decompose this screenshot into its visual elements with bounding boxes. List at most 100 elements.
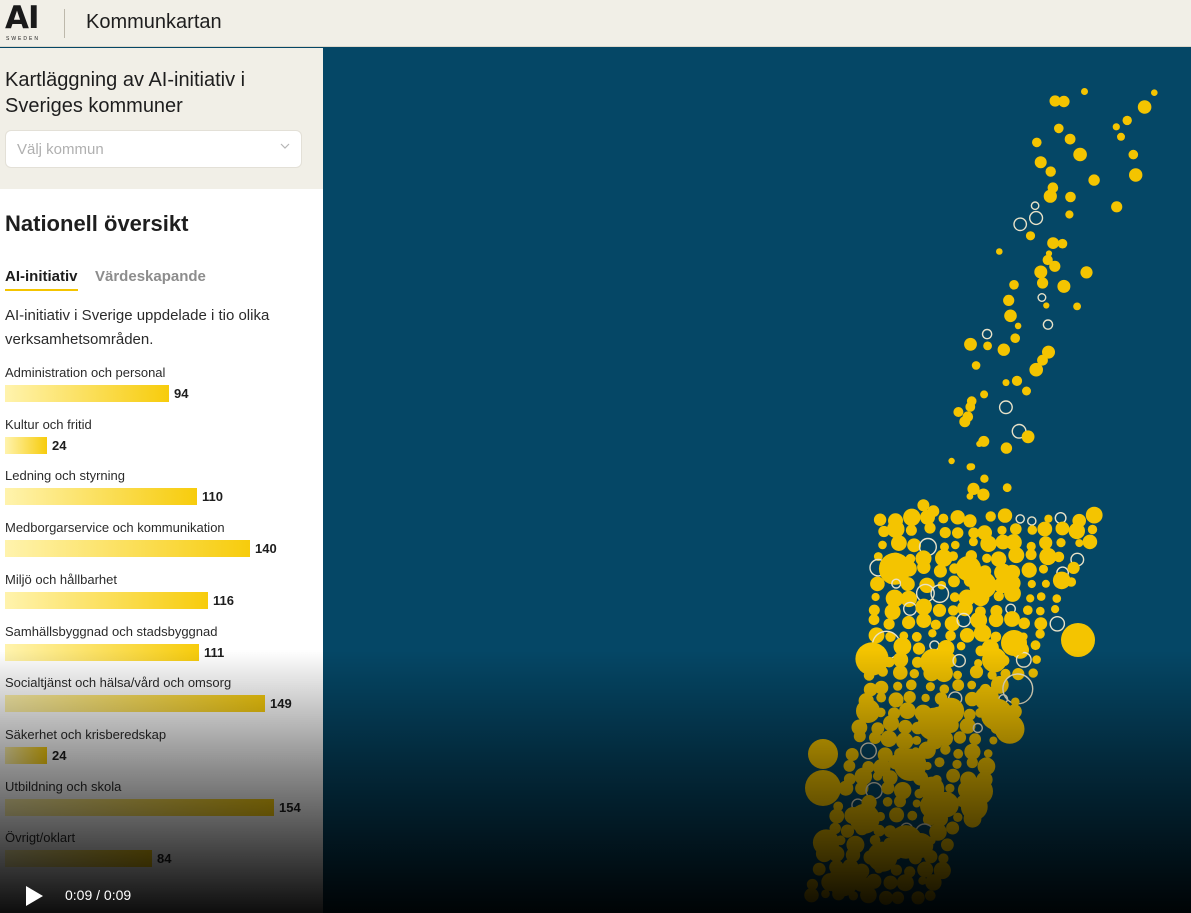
kommun-dot[interactable] [883, 715, 899, 732]
kommun-dot[interactable] [1049, 260, 1061, 272]
kommun-dot[interactable] [948, 457, 955, 465]
kommun-dot[interactable] [982, 553, 992, 563]
kommun-dot[interactable] [980, 390, 989, 399]
kommun-dot[interactable] [935, 664, 953, 683]
kommun-dot[interactable] [980, 535, 997, 552]
kommun-dot[interactable] [1021, 562, 1037, 578]
kommun-dot[interactable] [963, 514, 977, 528]
kommun-dot[interactable] [878, 540, 887, 550]
kommun-dot[interactable] [1055, 521, 1070, 536]
kommun-dot[interactable] [953, 407, 964, 417]
kommun-dot[interactable] [1061, 623, 1095, 657]
kommun-dot[interactable] [893, 665, 908, 680]
kommun-dot[interactable] [1122, 115, 1132, 126]
kommun-dot[interactable] [924, 522, 936, 534]
kommun-dot[interactable] [997, 343, 1010, 356]
kommun-dot[interactable] [882, 797, 893, 807]
kommun-dot[interactable] [994, 714, 1025, 744]
kommun-dot[interactable] [997, 508, 1013, 523]
kommun-dot[interactable] [1051, 605, 1060, 614]
kommun-dot[interactable] [1082, 534, 1098, 550]
kommun-dot[interactable] [912, 642, 926, 655]
kommun-dot[interactable] [920, 509, 935, 525]
kommun-dot[interactable] [1004, 309, 1017, 323]
kommun-dot[interactable] [1018, 617, 1030, 630]
kommun-dot[interactable] [907, 538, 921, 553]
kommun-dot[interactable] [983, 341, 992, 351]
kommun-dot[interactable] [1043, 302, 1050, 309]
kommun-dot[interactable] [1129, 168, 1143, 182]
kommun-dot[interactable] [1041, 579, 1050, 588]
kommun-dot[interactable] [1027, 525, 1038, 535]
kommun-dot[interactable] [898, 719, 913, 735]
kommun-dot[interactable] [948, 575, 960, 588]
kommun-dot[interactable] [1112, 123, 1120, 131]
kommun-dot[interactable] [902, 615, 916, 630]
kommun-dot[interactable] [909, 669, 919, 679]
kommun-dot[interactable] [1045, 166, 1056, 177]
kommun-dot[interactable] [1034, 617, 1048, 630]
tab-vardeskapande[interactable]: Värdeskapande [95, 268, 206, 285]
kommun-dot[interactable] [915, 598, 932, 616]
kommun-dot[interactable] [923, 761, 932, 771]
kommun-dot[interactable] [1068, 522, 1085, 540]
kommun-dot[interactable] [881, 781, 895, 795]
kommun-dot[interactable] [1137, 100, 1152, 114]
kommun-dot[interactable] [829, 808, 845, 824]
kommun-dot[interactable] [988, 612, 1004, 628]
kommun-dot[interactable] [905, 524, 917, 536]
kommun-dot[interactable] [863, 670, 875, 681]
kommun-dot[interactable] [924, 849, 938, 864]
kommun-dot[interactable] [948, 551, 958, 561]
kommun-dot[interactable] [1080, 266, 1093, 279]
kommun-dot[interactable] [912, 735, 922, 745]
kommun-dot[interactable] [1036, 592, 1046, 601]
kommun-dot[interactable] [941, 838, 954, 852]
kommun-dot[interactable] [893, 681, 903, 691]
kommun-dot[interactable] [1032, 655, 1041, 664]
kommun-dot[interactable] [916, 613, 932, 628]
kommun-dot[interactable] [1065, 210, 1074, 219]
kommun-dot[interactable] [917, 560, 931, 574]
kommun-dot[interactable] [948, 605, 959, 616]
kommun-dot[interactable] [1037, 292, 1047, 302]
kommun-dot[interactable] [880, 730, 898, 747]
kommun-dot[interactable] [1075, 539, 1084, 548]
kommun-dot[interactable] [805, 770, 841, 806]
kommun-dot[interactable] [1087, 524, 1098, 535]
kommun-dot[interactable] [1015, 514, 1026, 524]
kommun-dot[interactable] [921, 693, 930, 703]
kommun-dot[interactable] [906, 679, 917, 691]
kommun-dot[interactable] [1032, 137, 1042, 148]
kommun-dot[interactable] [1111, 201, 1123, 213]
kommun-dot[interactable] [965, 402, 976, 412]
kommun-dot[interactable] [1073, 302, 1081, 311]
kommun-dot[interactable] [1066, 577, 1077, 587]
kommun-dot[interactable] [1025, 231, 1036, 241]
kommun-dot[interactable] [853, 730, 866, 743]
kommun-dot[interactable] [868, 614, 880, 626]
kommun-dot[interactable] [808, 739, 838, 769]
kommun-dot[interactable] [894, 795, 906, 808]
kommun-dot[interactable] [860, 742, 878, 760]
tab-ai-initiativ[interactable]: AI-initiativ [5, 268, 78, 291]
kommun-dot[interactable] [969, 665, 984, 679]
kommun-dot[interactable] [1056, 538, 1066, 548]
kommun-dot[interactable] [901, 560, 917, 577]
kommun-dot[interactable] [927, 836, 936, 845]
kommun-dot[interactable] [1004, 585, 1021, 602]
kommun-dot[interactable] [903, 772, 912, 781]
kommun-dot[interactable] [993, 591, 1004, 602]
kommun-dot[interactable] [912, 799, 921, 808]
kommun-dot[interactable] [1034, 156, 1047, 169]
kommun-dot[interactable] [1014, 322, 1022, 330]
kommun-dot[interactable] [896, 732, 914, 750]
kommun-dot[interactable] [877, 666, 888, 677]
kommun-dot[interactable] [1039, 564, 1048, 574]
kommun-dot[interactable] [1030, 201, 1040, 211]
kommun-dot[interactable] [886, 520, 905, 538]
sweden-bubble-map[interactable] [323, 48, 1191, 913]
kommun-dot[interactable] [959, 628, 975, 643]
kommun-dot[interactable] [1002, 483, 1012, 493]
kommun-dot[interactable] [945, 783, 955, 793]
